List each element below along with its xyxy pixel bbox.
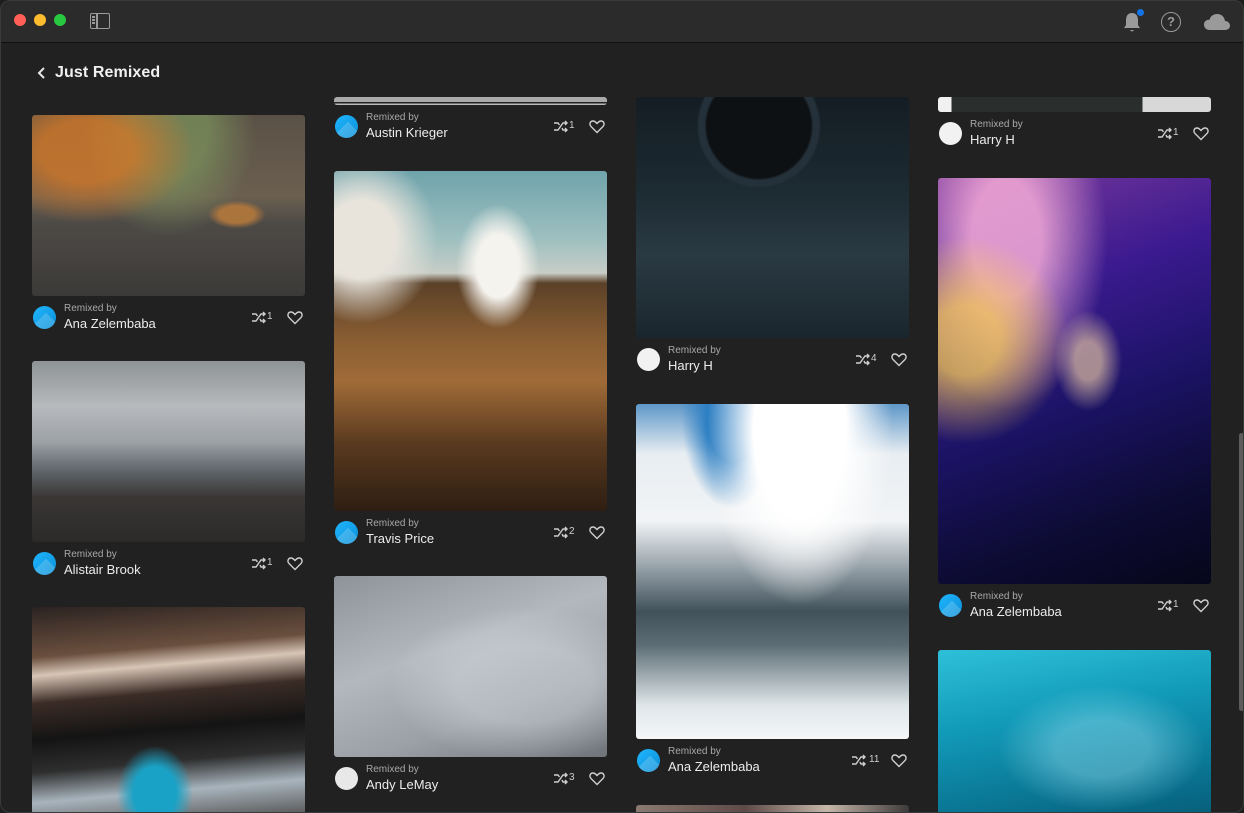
card-image[interactable] xyxy=(32,607,305,812)
card-image[interactable] xyxy=(32,361,305,542)
card-image[interactable] xyxy=(32,115,305,296)
heart-icon[interactable] xyxy=(589,119,605,134)
author-name[interactable]: Harry H xyxy=(970,132,1015,147)
remix-icon[interactable] xyxy=(1157,127,1173,140)
heart-icon[interactable] xyxy=(891,352,907,367)
author-name[interactable]: Harry H xyxy=(668,358,713,373)
avatar[interactable] xyxy=(335,521,358,544)
title-bar: ? xyxy=(1,1,1243,43)
remix-count: 11 xyxy=(869,754,880,765)
remix-count: 4 xyxy=(871,353,877,364)
app-window: ? Just Remixed Remixed by Ana Zelembaba … xyxy=(0,0,1244,813)
sidebar-toggle-icon[interactable] xyxy=(90,13,110,29)
cloud-icon[interactable] xyxy=(1203,12,1231,32)
card-image[interactable] xyxy=(636,404,909,739)
remixed-by-label: Remixed by xyxy=(366,764,419,775)
remix-count: 1 xyxy=(1173,127,1179,138)
heart-icon[interactable] xyxy=(1193,126,1209,141)
notification-badge xyxy=(1137,9,1144,16)
avatar[interactable] xyxy=(637,749,660,772)
heart-icon[interactable] xyxy=(891,753,907,768)
heart-icon[interactable] xyxy=(287,310,303,325)
remixed-by-label: Remixed by xyxy=(970,119,1023,130)
remixed-by-label: Remixed by xyxy=(668,746,721,757)
avatar[interactable] xyxy=(637,348,660,371)
card-meta: Remixed by Ana Zelembaba 11 xyxy=(637,743,909,777)
remix-icon[interactable] xyxy=(1157,599,1173,612)
card-image[interactable] xyxy=(334,576,607,757)
scrollbar-thumb[interactable] xyxy=(1239,433,1243,711)
card-meta: Remixed by Ana Zelembaba 1 xyxy=(939,588,1211,622)
card-image[interactable] xyxy=(334,171,607,511)
remix-feed: Remixed by Ana Zelembaba 1 Remixed by Al… xyxy=(1,97,1243,812)
card-meta: Remixed by Ana Zelembaba 1 xyxy=(33,300,305,334)
back-navigation[interactable]: Just Remixed xyxy=(37,61,160,85)
avatar[interactable] xyxy=(335,767,358,790)
minimize-window-button[interactable] xyxy=(34,14,46,26)
remix-icon[interactable] xyxy=(251,311,267,324)
remix-count: 1 xyxy=(267,311,273,322)
remix-icon[interactable] xyxy=(855,353,871,366)
remix-icon[interactable] xyxy=(251,557,267,570)
zoom-window-button[interactable] xyxy=(54,14,66,26)
card-image[interactable] xyxy=(334,97,607,105)
remix-icon[interactable] xyxy=(553,120,569,133)
avatar[interactable] xyxy=(33,306,56,329)
remixed-by-label: Remixed by xyxy=(970,591,1023,602)
author-name[interactable]: Ana Zelembaba xyxy=(64,316,156,331)
author-name[interactable]: Ana Zelembaba xyxy=(668,759,760,774)
card-meta: Remixed by Harry H 1 xyxy=(939,116,1211,150)
author-name[interactable]: Alistair Brook xyxy=(64,562,141,577)
remixed-by-label: Remixed by xyxy=(668,345,721,356)
remixed-by-label: Remixed by xyxy=(64,303,117,314)
card-meta: Remixed by Travis Price 2 xyxy=(335,515,607,549)
remix-count: 1 xyxy=(1173,599,1179,610)
author-name[interactable]: Travis Price xyxy=(366,531,434,546)
help-icon[interactable]: ? xyxy=(1161,12,1181,32)
heart-icon[interactable] xyxy=(589,771,605,786)
card-image[interactable] xyxy=(938,178,1211,584)
heart-icon[interactable] xyxy=(287,556,303,571)
card-meta: Remixed by Andy LeMay 3 xyxy=(335,761,607,795)
card-meta: Remixed by Harry H 4 xyxy=(637,342,909,376)
remix-icon[interactable] xyxy=(553,526,569,539)
card-image[interactable] xyxy=(938,97,1211,112)
card-image[interactable] xyxy=(636,97,909,338)
remix-count: 1 xyxy=(569,120,575,131)
avatar[interactable] xyxy=(33,552,56,575)
avatar[interactable] xyxy=(939,594,962,617)
page-title: Just Remixed xyxy=(55,64,161,81)
author-name[interactable]: Ana Zelembaba xyxy=(970,604,1062,619)
remix-icon[interactable] xyxy=(553,772,569,785)
card-image[interactable] xyxy=(636,805,909,812)
remix-count: 3 xyxy=(569,772,575,783)
remixed-by-label: Remixed by xyxy=(64,549,117,560)
heart-icon[interactable] xyxy=(1193,598,1209,613)
author-name[interactable]: Austin Krieger xyxy=(366,125,448,140)
remix-count: 2 xyxy=(569,526,575,537)
close-window-button[interactable] xyxy=(14,14,26,26)
remix-count: 1 xyxy=(267,557,273,568)
heart-icon[interactable] xyxy=(589,525,605,540)
remixed-by-label: Remixed by xyxy=(366,518,419,529)
card-meta: Remixed by Austin Krieger 1 xyxy=(335,109,607,143)
avatar[interactable] xyxy=(939,122,962,145)
remixed-by-label: Remixed by xyxy=(366,112,419,123)
chevron-left-icon xyxy=(37,67,45,79)
card-image[interactable] xyxy=(938,650,1211,812)
avatar[interactable] xyxy=(335,115,358,138)
author-name[interactable]: Andy LeMay xyxy=(366,777,438,792)
remix-icon[interactable] xyxy=(851,754,867,767)
card-meta: Remixed by Alistair Brook 1 xyxy=(33,546,305,580)
